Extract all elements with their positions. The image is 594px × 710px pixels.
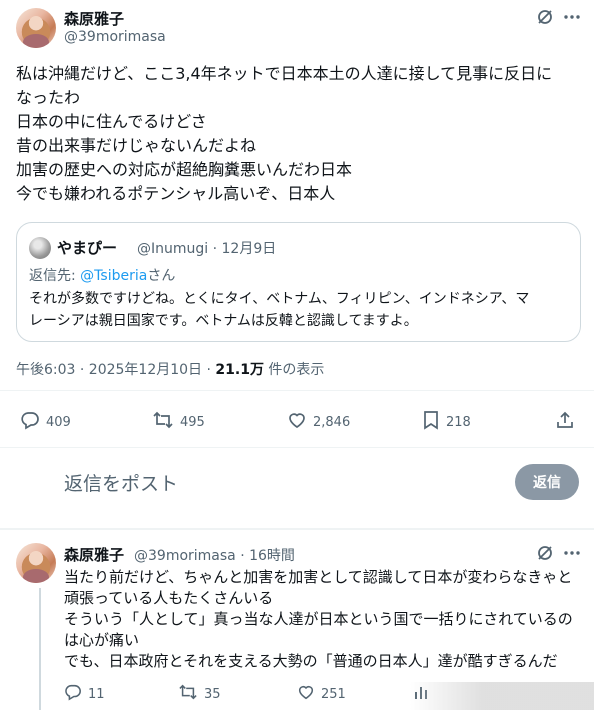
tweet-text: 私は沖縄だけど、ここ3,4年ネットで日本本土の人達に接して見事に反日に なったわ…: [16, 62, 582, 206]
reply-tweet-reply-button[interactable]: 11: [64, 683, 105, 705]
reply-line: 当たり前だけど、ちゃんと加害を加害として認識して日本が変わらなきゃと: [64, 568, 573, 586]
share-button[interactable]: [555, 410, 575, 434]
reply-line: 頑張っている人もたくさんいる: [64, 589, 274, 607]
quote-line: レーシアは親日国家です。ベトナムは反韓と認識してますよ。: [29, 313, 418, 329]
reply-to-handle[interactable]: @Tsiberia: [80, 268, 147, 284]
reply-button[interactable]: 409: [20, 410, 71, 434]
tweet-line: 日本の中に住んでるけどさ: [16, 112, 207, 131]
views-label: 件の表示: [263, 362, 325, 378]
share-icon: [555, 410, 575, 434]
thread-line: [39, 588, 41, 710]
reply-icon: [64, 683, 82, 705]
reply-count: 11: [88, 686, 105, 702]
quote-author-avatar: [29, 237, 51, 259]
grok-icon[interactable]: [535, 7, 555, 27]
bookmark-icon: [422, 410, 440, 434]
retweet-button[interactable]: 495: [152, 410, 205, 434]
reply-tweet-retweet-button[interactable]: 35: [178, 683, 221, 705]
like-icon: [297, 683, 315, 705]
reply-author-avatar[interactable]: [16, 543, 56, 583]
reply-author-name[interactable]: 森原雅子: [64, 544, 124, 565]
like-icon: [287, 410, 307, 434]
retweet-icon: [178, 683, 198, 705]
reply-author-handle[interactable]: @39morimasa · 16時間: [134, 545, 295, 565]
reply-composer-input[interactable]: 返信をポスト: [64, 469, 178, 496]
bookmark-count: 218: [446, 414, 471, 430]
tweet-line: 加害の歴史への対応が超絶胸糞悪いんだわ日本: [16, 160, 353, 179]
more-icon[interactable]: [563, 8, 581, 26]
reply-tweet-like-button[interactable]: 251: [297, 683, 346, 705]
like-button[interactable]: 2,846: [287, 410, 350, 434]
divider: [0, 528, 594, 530]
reply-count: 409: [46, 414, 71, 430]
retweet-count: 35: [204, 686, 221, 702]
quote-reply-to: 返信先: @Tsiberiaさん: [29, 265, 175, 285]
bookmark-button[interactable]: 218: [422, 410, 471, 434]
divider: [0, 390, 594, 391]
reply-line: は心が痛い: [64, 631, 140, 649]
reply-submit-button[interactable]: 返信: [515, 464, 579, 500]
quote-author-handle: @Inumugi · 12月9日: [137, 241, 277, 257]
like-count: 251: [321, 686, 346, 702]
reply-suffix: さん: [147, 268, 176, 284]
reply-prefix: 返信先:: [29, 268, 81, 284]
author-avatar[interactable]: [16, 8, 56, 48]
tweet-line: なったわ: [16, 88, 81, 107]
like-count: 2,846: [313, 414, 351, 430]
author-name[interactable]: 森原雅子: [64, 8, 124, 29]
watermark-overlay: [410, 682, 594, 710]
quote-text: それが多数ですけどね。とくにタイ、ベトナム、フィリピン、インドネシア、マ レーシ…: [29, 288, 574, 332]
reply-line: そういう「人として」真っ当な人達が日本という国で一括りにされているの: [64, 610, 573, 628]
tweet-meta: 午後6:03 · 2025年12月10日 · 21.1万 件の表示: [16, 359, 324, 379]
more-icon[interactable]: [563, 544, 581, 562]
author-handle[interactable]: @39morimasa: [64, 29, 166, 45]
grok-icon[interactable]: [535, 543, 555, 563]
timestamp[interactable]: 午後6:03 · 2025年12月10日 ·: [16, 362, 215, 378]
tweet-line: 今でも嫌われるポテンシャル高いぞ、日本人: [16, 184, 336, 203]
reply-line: でも、日本政府とそれを支える大勢の「普通の日本人」達が酷すぎるんだ: [64, 652, 558, 670]
reply-icon: [20, 410, 40, 434]
quote-line: それが多数ですけどね。とくにタイ、ベトナム、フィリピン、インドネシア、マ: [29, 291, 530, 307]
retweet-icon: [152, 410, 174, 434]
quoted-tweet[interactable]: やまぴー @Inumugi · 12月9日 返信先: @Tsiberiaさん そ…: [16, 222, 581, 342]
quote-author-name: やまぴー: [57, 239, 118, 257]
tweet-line: 昔の出来事だけじゃないんだよね: [16, 136, 257, 155]
retweet-count: 495: [180, 414, 205, 430]
tweet-line: 私は沖縄だけど、ここ3,4年ネットで日本本土の人達に接して見事に反日に: [16, 64, 553, 83]
views-count: 21.1万: [215, 362, 264, 378]
divider: [0, 447, 594, 448]
reply-tweet-text: 当たり前だけど、ちゃんと加害を加害として認識して日本が変わらなきゃと 頑張ってい…: [64, 567, 584, 672]
